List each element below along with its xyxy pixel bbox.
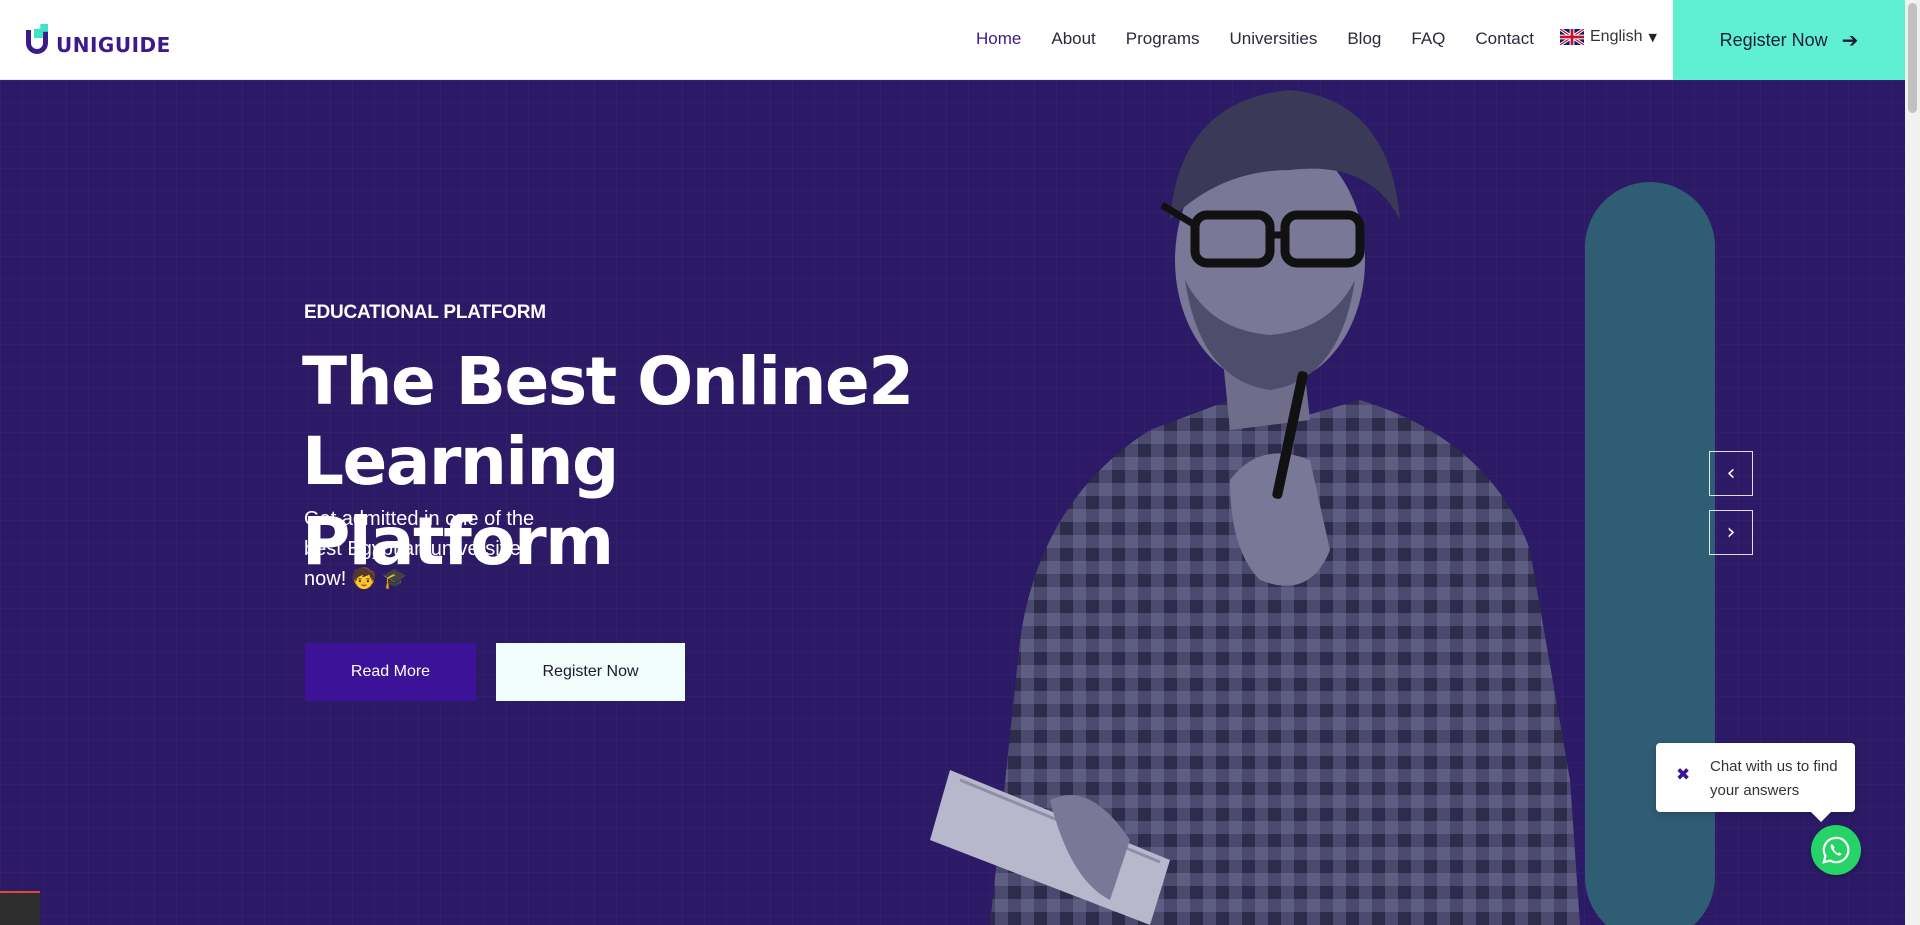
brand-name: UNIGUIDE (56, 33, 171, 57)
whatsapp-chat-button[interactable] (1811, 825, 1861, 875)
language-selector[interactable]: English ▼ (1560, 28, 1657, 46)
site-header: UNIGUIDE Home About Programs Universitie… (0, 0, 1905, 80)
scrollbar-thumb[interactable] (1908, 3, 1917, 113)
nav-item-blog[interactable]: Blog (1347, 27, 1381, 51)
nav-item-contact[interactable]: Contact (1475, 27, 1534, 51)
hero-slider: EDUCATIONAL PLATFORM The Best Online2 Le… (0, 80, 1905, 925)
nav-item-faq[interactable]: FAQ (1411, 27, 1445, 51)
nav-item-home[interactable]: Home (976, 27, 1021, 51)
whatsapp-icon (1822, 836, 1850, 864)
chat-prompt: ✖ Chat with us to find your answers (1656, 743, 1855, 822)
brand-logo[interactable]: UNIGUIDE (24, 24, 171, 56)
hero-subtext: Get admitted in one of the best Egyptian… (304, 508, 535, 590)
nav-item-universities[interactable]: Universities (1229, 27, 1317, 51)
hero-headline-line-1: The Best Online2 Learning (302, 343, 914, 500)
header-register-button[interactable]: Register Now ➔ (1673, 0, 1905, 80)
chevron-left-icon: ‹ (1726, 461, 1736, 486)
hero-register-button[interactable]: Register Now (496, 643, 685, 701)
main-nav: Home About Programs Universities Blog FA… (976, 27, 1564, 51)
language-label: English (1590, 28, 1643, 45)
slider-next-button[interactable]: › (1709, 510, 1753, 555)
arrow-right-icon: ➔ (1841, 29, 1859, 52)
chevron-down-icon: ▼ (1648, 30, 1657, 44)
uk-flag-icon (1560, 29, 1584, 45)
logo-mark-icon (24, 24, 54, 56)
page-scrollbar[interactable] (1905, 0, 1920, 925)
nav-item-about[interactable]: About (1051, 27, 1095, 51)
debug-badge-icon[interactable] (0, 891, 40, 925)
slider-prev-button[interactable]: ‹ (1709, 451, 1753, 496)
nav-item-programs[interactable]: Programs (1126, 27, 1200, 51)
header-register-label: Register Now (1719, 29, 1828, 50)
chat-prompt-text: Chat with us to find your answers (1710, 758, 1838, 799)
close-icon[interactable]: ✖ (1676, 765, 1690, 785)
hero-eyebrow: EDUCATIONAL PLATFORM (304, 302, 546, 323)
chevron-right-icon: › (1726, 520, 1736, 545)
read-more-button[interactable]: Read More (305, 643, 476, 701)
